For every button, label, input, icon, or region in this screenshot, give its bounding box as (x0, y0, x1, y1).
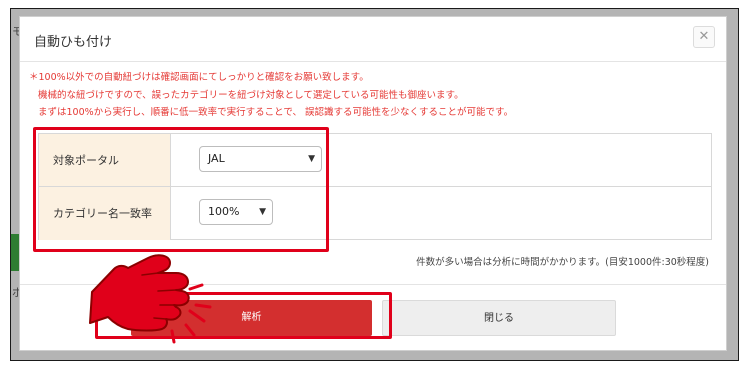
portal-select[interactable]: JAL ▼ (199, 146, 322, 172)
chevron-down-icon: ▼ (308, 154, 315, 164)
auto-link-modal: 自動ひも付け ✕ ＊100%以外での自動紐づけは確認画面にてしっかりと確認をお願… (19, 16, 727, 351)
portal-label: 対象ポータル (39, 134, 171, 186)
modal-header: 自動ひも付け ✕ (20, 17, 726, 62)
analyze-button[interactable]: 解析 (131, 300, 372, 336)
match-rate-row: カテゴリー名一致率 100% ▼ (39, 187, 711, 240)
match-rate-label: カテゴリー名一致率 (39, 187, 171, 240)
close-icon[interactable]: ✕ (693, 26, 715, 48)
note-line: まずは100%から実行し、順番に低一致率で実行することで、 誤認識する可能性を少… (38, 107, 514, 118)
portal-select-value: JAL (208, 152, 225, 165)
modal-title: 自動ひも付け (34, 35, 113, 50)
match-rate-select-value: 100% (208, 205, 240, 218)
settings-table: 対象ポータル JAL ▼ カテゴリー名一致率 100% ▼ (38, 133, 712, 240)
note-line: 機械的な紐づけですので、誤ったカテゴリーを紐づけ対象として選定している可能性も御… (38, 89, 464, 101)
warning-notes: ＊100%以外での自動紐づけは確認画面にてしっかりと確認をお願い致します。 機械… (29, 69, 513, 122)
processing-time-hint: 件数が多い場合は分析に時間がかかります。(目安1000件:30秒程度) (416, 257, 709, 268)
chevron-down-icon: ▼ (259, 207, 266, 217)
match-rate-select[interactable]: 100% ▼ (199, 199, 273, 225)
note-line: ＊100%以外での自動紐づけは確認画面にてしっかりと確認をお願い致します。 (29, 72, 369, 83)
footer-divider (20, 284, 726, 285)
portal-row: 対象ポータル JAL ▼ (39, 134, 711, 187)
close-button[interactable]: 閉じる (382, 300, 616, 336)
